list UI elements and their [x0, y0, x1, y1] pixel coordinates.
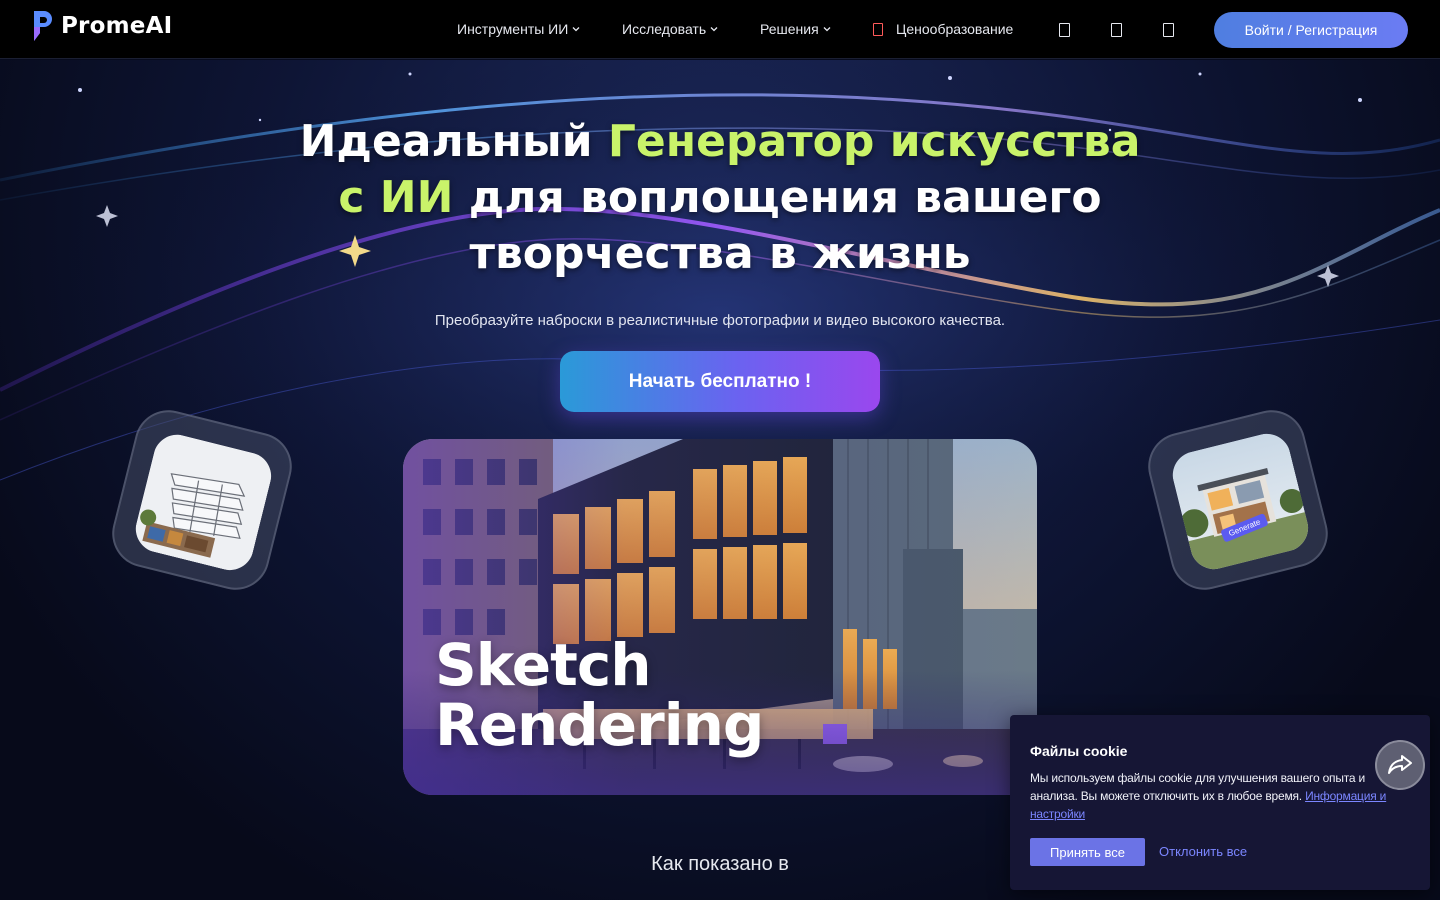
- as-seen-in-heading: Как показано в: [651, 853, 789, 875]
- promeai-logo-icon: [34, 11, 52, 41]
- sketch-rendering-caption: Sketch Rendering: [435, 631, 764, 759]
- brand-logo[interactable]: PromeAI: [31, 9, 172, 43]
- headline-text: Идеальный: [299, 116, 608, 167]
- chevron-down-icon: [710, 27, 718, 32]
- caption-line: Rendering: [435, 691, 764, 759]
- headline-accent: Генератор искусства: [607, 116, 1141, 167]
- accept-all-cookies-button[interactable]: Принять все: [1030, 838, 1145, 866]
- headline-text: для воплощения вашего: [453, 172, 1102, 223]
- logo-text: PromeAI: [61, 13, 173, 39]
- nav-label: Инструменты ИИ: [457, 21, 569, 37]
- nav-label: Ценообразование: [896, 21, 1014, 37]
- nav-label: Решения: [760, 21, 819, 37]
- cookie-description: Мы используем файлы cookie для улучшения…: [1030, 769, 1410, 823]
- pricing-icon: [873, 22, 883, 36]
- nav-explore[interactable]: Исследовать: [622, 21, 718, 37]
- headline-accent: с ИИ: [338, 172, 454, 223]
- nav-solutions[interactable]: Решения: [760, 21, 831, 37]
- square-icon[interactable]: [1059, 23, 1070, 37]
- hero-subtitle: Преобразуйте наброски в реалистичные фот…: [434, 312, 1006, 329]
- login-register-button[interactable]: Войти / Регистрация: [1214, 12, 1408, 48]
- nav-pricing[interactable]: Ценообразование: [873, 21, 1013, 37]
- share-button[interactable]: [1375, 740, 1425, 790]
- chevron-down-icon: [572, 27, 580, 32]
- cookie-title: Файлы cookie: [1030, 743, 1128, 759]
- hero-headline: Идеальный Генератор искусства с ИИ для в…: [270, 114, 1170, 282]
- sketch-sample-image: [130, 429, 277, 576]
- share-icon: [1388, 755, 1412, 774]
- start-free-button[interactable]: Начать бесплатно !: [560, 351, 880, 412]
- nav-ai-tools[interactable]: Инструменты ИИ: [457, 21, 580, 37]
- sketch-rendering-showcase[interactable]: Sketch Rendering: [403, 439, 1037, 795]
- nav-label: Исследовать: [622, 21, 707, 37]
- headline-text: творчества в жизнь: [469, 228, 971, 279]
- cookie-consent-panel: Файлы cookie Мы используем файлы cookie …: [1010, 715, 1430, 890]
- chevron-down-icon: [823, 27, 831, 32]
- square-icon[interactable]: [1111, 23, 1122, 37]
- square-icon[interactable]: [1163, 23, 1174, 37]
- house-sample-image: Generate: [1167, 428, 1314, 575]
- top-navigation-bar: PromeAI Инструменты ИИ Исследовать Решен…: [0, 0, 1440, 59]
- caption-line: Sketch: [435, 631, 652, 699]
- decline-all-cookies-button[interactable]: Отклонить все: [1159, 844, 1247, 859]
